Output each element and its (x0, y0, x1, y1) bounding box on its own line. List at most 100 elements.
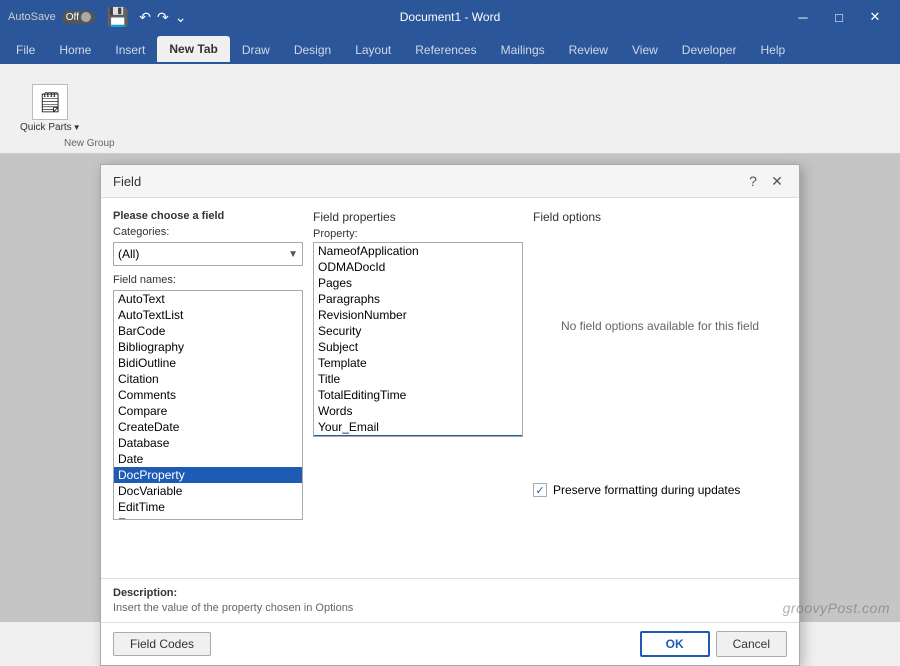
minimize-button[interactable]: ─ (786, 0, 820, 34)
close-button[interactable]: ✕ (858, 0, 892, 34)
field-names-list[interactable]: AutoText AutoTextList BarCode Bibliograp… (113, 290, 303, 520)
prop-template[interactable]: Template (314, 355, 522, 371)
dialog-help-button[interactable]: ? (743, 171, 763, 191)
title-bar-controls: ─ □ ✕ (786, 0, 892, 34)
new-group-label: New Group (64, 138, 115, 149)
tab-design[interactable]: Design (282, 36, 343, 64)
field-item-autotext[interactable]: AutoText (114, 291, 302, 307)
tab-mailings[interactable]: Mailings (489, 36, 557, 64)
description-text: Insert the value of the property chosen … (113, 602, 787, 614)
prop-security[interactable]: Security (314, 323, 522, 339)
field-item-autotextlist[interactable]: AutoTextList (114, 307, 302, 323)
field-item-citation[interactable]: Citation (114, 371, 302, 387)
categories-label: Categories: (113, 226, 303, 238)
prop-title[interactable]: Title (314, 371, 522, 387)
property-list[interactable]: NameofApplication ODMADocId Pages Paragr… (313, 242, 523, 437)
preserve-formatting-row: Preserve formatting during updates (533, 483, 787, 497)
field-item-docvariable[interactable]: DocVariable (114, 483, 302, 499)
categories-dropdown-arrow: ▼ (288, 249, 298, 260)
dialog-title: Field (113, 174, 141, 189)
field-item-comments[interactable]: Comments (114, 387, 302, 403)
tab-new-tab[interactable]: New Tab (157, 36, 229, 64)
dialog-title-buttons: ? ✕ (743, 171, 787, 191)
no-options-text: No field options available for this fiel… (561, 319, 759, 333)
tab-layout[interactable]: Layout (343, 36, 403, 64)
field-options-area: No field options available for this fiel… (533, 228, 787, 423)
tab-help[interactable]: Help (748, 36, 797, 64)
section-middle-label: Field properties (313, 210, 523, 224)
dialog-footer: Field Codes OK Cancel (101, 622, 799, 665)
preserve-checkbox-label: Preserve formatting during updates (553, 483, 740, 497)
title-bar-title: Document1 - Word (400, 10, 500, 24)
redo-icon[interactable]: ↷ (157, 9, 169, 26)
field-codes-button[interactable]: Field Codes (113, 632, 211, 656)
autosave-dot (81, 12, 91, 22)
field-item-createdate[interactable]: CreateDate (114, 419, 302, 435)
description-area: Description: Insert the value of the pro… (101, 578, 799, 622)
field-item-barcode[interactable]: BarCode (114, 323, 302, 339)
footer-right-buttons: OK Cancel (640, 631, 787, 657)
property-label: Property: (313, 228, 523, 240)
field-item-bidioutline[interactable]: BidiOutline (114, 355, 302, 371)
field-item-eq[interactable]: Eq (114, 515, 302, 520)
customize-icon[interactable]: ⌄ (175, 9, 187, 26)
ribbon-tabs: File Home Insert New Tab Draw Design Lay… (0, 34, 900, 64)
prop-paragraphs[interactable]: Paragraphs (314, 291, 522, 307)
tab-view[interactable]: View (620, 36, 670, 64)
panel-left: Please choose a field Categories: (All) … (113, 210, 303, 566)
prop-subject[interactable]: Subject (314, 339, 522, 355)
categories-value: (All) (118, 247, 139, 261)
tab-draw[interactable]: Draw (230, 36, 282, 64)
quick-parts-dropdown-arrow: ▼ (73, 123, 81, 132)
dialog-close-button[interactable]: ✕ (767, 171, 787, 191)
tab-insert[interactable]: Insert (103, 36, 157, 64)
autosave-toggle[interactable]: Off (62, 11, 95, 24)
tab-references[interactable]: References (403, 36, 488, 64)
maximize-button[interactable]: □ (822, 0, 856, 34)
field-item-edittime[interactable]: EditTime (114, 499, 302, 515)
save-icon[interactable]: 💾 (107, 7, 129, 28)
field-item-compare[interactable]: Compare (114, 403, 302, 419)
prop-totaleditingtime[interactable]: TotalEditingTime (314, 387, 522, 403)
undo-icon[interactable]: ↶ (139, 9, 151, 26)
field-item-database[interactable]: Database (114, 435, 302, 451)
title-bar: AutoSave Off 💾 ↶ ↷ ⌄ Document1 - Word ─ … (0, 0, 900, 34)
prop-odmadocid[interactable]: ODMADocId (314, 259, 522, 275)
prop-pages[interactable]: Pages (314, 275, 522, 291)
prop-your-name[interactable]: Your_Name (314, 435, 522, 437)
description-label: Description: (113, 587, 787, 599)
autosave-state: Off (66, 12, 79, 23)
section-right-label: Field options (533, 210, 787, 224)
prop-revisionnumber[interactable]: RevisionNumber (314, 307, 522, 323)
field-item-docproperty[interactable]: DocProperty (114, 467, 302, 483)
field-item-bibliography[interactable]: Bibliography (114, 339, 302, 355)
panel-middle: Field properties Property: NameofApplica… (313, 210, 523, 566)
dialog-title-bar: Field ? ✕ (101, 165, 799, 198)
autosave-label: AutoSave (8, 11, 56, 23)
dialog-overlay: Field ? ✕ Please choose a field Categori… (0, 154, 900, 622)
section-left-label: Please choose a field (113, 210, 303, 222)
cancel-button[interactable]: Cancel (716, 631, 787, 657)
field-item-date[interactable]: Date (114, 451, 302, 467)
tab-file[interactable]: File (4, 36, 47, 64)
tab-developer[interactable]: Developer (670, 36, 749, 64)
tab-review[interactable]: Review (557, 36, 620, 64)
prop-words[interactable]: Words (314, 403, 522, 419)
panel-right: Field options No field options available… (533, 210, 787, 566)
prop-nameofapplication[interactable]: NameofApplication (314, 243, 522, 259)
quick-parts-button[interactable]: 🗒 Quick Parts ▼ (8, 68, 93, 149)
title-bar-left: AutoSave Off 💾 ↶ ↷ ⌄ (8, 7, 186, 28)
ok-button[interactable]: OK (640, 631, 710, 657)
quick-parts-icon: 🗒 (32, 84, 68, 120)
tab-home[interactable]: Home (47, 36, 103, 64)
prop-your-email[interactable]: Your_Email (314, 419, 522, 435)
dialog-body: Please choose a field Categories: (All) … (101, 198, 799, 578)
field-dialog: Field ? ✕ Please choose a field Categori… (100, 164, 800, 666)
field-names-label: Field names: (113, 274, 303, 286)
watermark: groovyPost.com (783, 600, 890, 616)
categories-select[interactable]: (All) ▼ (113, 242, 303, 266)
ribbon-content: 🗒 Quick Parts ▼ New Group (0, 64, 900, 154)
preserve-checkbox[interactable] (533, 483, 547, 497)
quick-parts-label: Quick Parts ▼ (20, 122, 81, 133)
main-area: Field ? ✕ Please choose a field Categori… (0, 154, 900, 622)
